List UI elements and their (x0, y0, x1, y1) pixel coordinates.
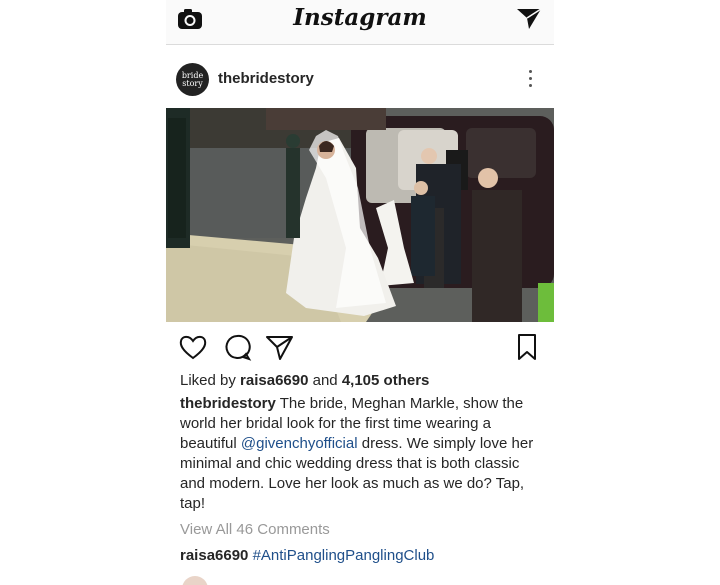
paper-plane-icon[interactable] (516, 6, 542, 30)
app-logo: Instagram (293, 4, 427, 31)
post-actions (166, 332, 554, 364)
comment-hashtag[interactable]: #AntiPanglingPanglingClub (253, 547, 435, 564)
next-post-avatar[interactable] (182, 576, 208, 585)
avatar-text: story (182, 78, 203, 88)
avatar[interactable]: bride story (176, 63, 209, 96)
post-caption: thebridestory The bride, Meghan Markle, … (180, 394, 540, 514)
caption-mention[interactable]: @givenchyofficial (241, 435, 358, 452)
likes-and: and (312, 372, 338, 389)
instagram-app: Instagram bride story thebridestory Like… (166, 0, 554, 585)
share-icon[interactable] (265, 332, 295, 362)
likes-summary[interactable]: Liked by raisa6690 and 4,105 others (180, 371, 540, 391)
comment: raisa6690 #AntiPanglingPanglingClub (180, 546, 540, 566)
post-username[interactable]: thebridestory (218, 70, 314, 87)
post-header: bride story thebridestory (166, 60, 554, 100)
caption-username[interactable]: thebridestory (180, 395, 276, 412)
more-options-icon[interactable] (526, 70, 534, 90)
likes-prefix: Liked by (180, 372, 236, 389)
likes-user[interactable]: raisa6690 (240, 372, 308, 389)
post-image[interactable] (166, 108, 554, 322)
comment-username[interactable]: raisa6690 (180, 547, 248, 564)
bookmark-icon[interactable] (512, 332, 542, 362)
heart-icon[interactable] (178, 332, 208, 362)
view-comments-link[interactable]: View All 46 Comments (180, 520, 540, 540)
likes-count[interactable]: 4,105 others (342, 372, 430, 389)
top-bar: Instagram (166, 0, 554, 45)
comment-icon[interactable] (222, 332, 252, 362)
